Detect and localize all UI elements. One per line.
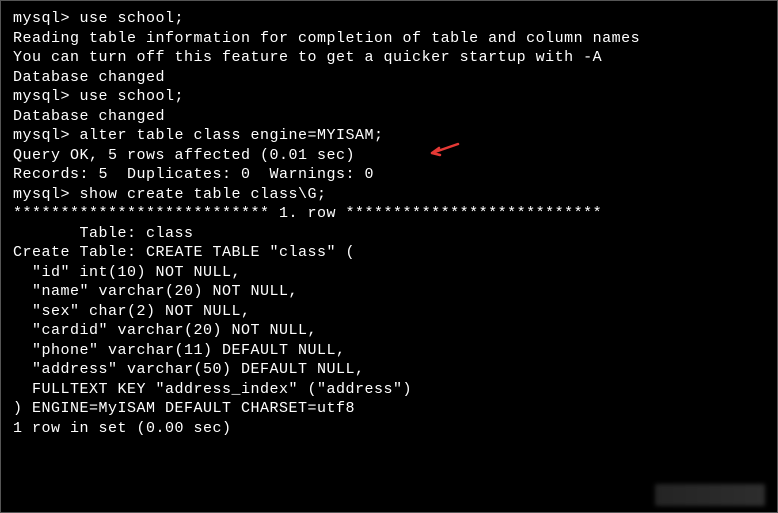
terminal-line: 1 row in set (0.00 sec) xyxy=(13,419,765,439)
terminal-line: mysql> use school; xyxy=(13,87,765,107)
terminal-line: *************************** 1. row *****… xyxy=(13,204,765,224)
terminal-line: "id" int(10) NOT NULL, xyxy=(13,263,765,283)
terminal-line: Query OK, 5 rows affected (0.01 sec) xyxy=(13,146,765,166)
terminal-line: Records: 5 Duplicates: 0 Warnings: 0 xyxy=(13,165,765,185)
terminal-line: mysql> alter table class engine=MYISAM; xyxy=(13,126,765,146)
terminal-line: You can turn off this feature to get a q… xyxy=(13,48,765,68)
watermark xyxy=(655,484,765,506)
terminal-line: "sex" char(2) NOT NULL, xyxy=(13,302,765,322)
terminal-line: mysql> use school; xyxy=(13,9,765,29)
terminal-line: Reading table information for completion… xyxy=(13,29,765,49)
terminal-line: mysql> show create table class\G; xyxy=(13,185,765,205)
terminal-line: FULLTEXT KEY "address_index" ("address") xyxy=(13,380,765,400)
terminal-line: "phone" varchar(11) DEFAULT NULL, xyxy=(13,341,765,361)
terminal-line: "name" varchar(20) NOT NULL, xyxy=(13,282,765,302)
terminal-line: "cardid" varchar(20) NOT NULL, xyxy=(13,321,765,341)
terminal-output: mysql> use school; Reading table informa… xyxy=(13,9,765,438)
terminal-line: ) ENGINE=MyISAM DEFAULT CHARSET=utf8 xyxy=(13,399,765,419)
terminal-line: "address" varchar(50) DEFAULT NULL, xyxy=(13,360,765,380)
terminal-line: Database changed xyxy=(13,107,765,127)
terminal-line: Database changed xyxy=(13,68,765,88)
terminal-line: Table: class xyxy=(13,224,765,244)
terminal-line: Create Table: CREATE TABLE "class" ( xyxy=(13,243,765,263)
